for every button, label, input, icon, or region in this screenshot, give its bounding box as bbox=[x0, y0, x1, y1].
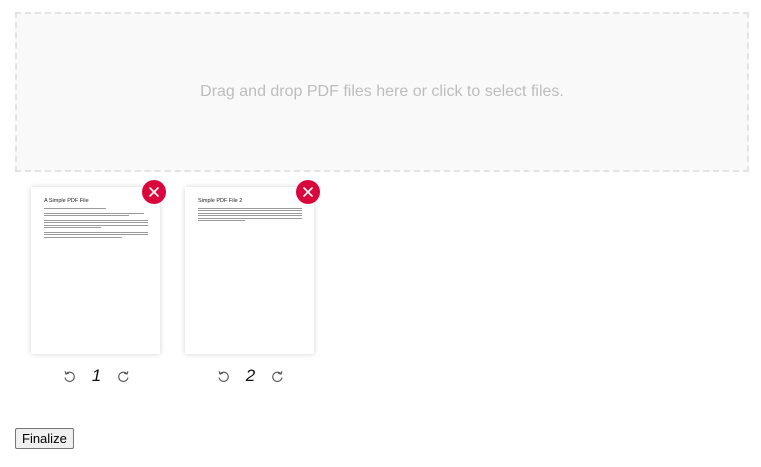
remove-page-button[interactable] bbox=[142, 180, 166, 204]
page-preview-title: Simple PDF File 2 bbox=[198, 198, 243, 204]
text-line bbox=[44, 208, 107, 209]
rotate-left-button[interactable] bbox=[63, 369, 77, 383]
pdf-dropzone[interactable]: Drag and drop PDF files here or click to… bbox=[15, 12, 749, 172]
close-icon bbox=[303, 187, 313, 197]
close-icon bbox=[149, 187, 159, 197]
page-preview-content: Simple PDF File 2 bbox=[198, 198, 302, 222]
text-line bbox=[44, 231, 148, 233]
page-preview-content: A Simple PDF File bbox=[44, 198, 148, 239]
rotate-right-button[interactable] bbox=[117, 369, 131, 383]
rotate-left-icon bbox=[218, 370, 229, 382]
page-thumbnail[interactable]: A Simple PDF File bbox=[31, 180, 166, 354]
text-line bbox=[44, 212, 144, 214]
text-line bbox=[198, 219, 245, 221]
rotate-right-icon bbox=[272, 370, 283, 382]
rotate-right-button[interactable] bbox=[271, 369, 285, 383]
page-number: 2 bbox=[245, 366, 256, 385]
dropzone-instruction: Drag and drop PDF files here or click to… bbox=[200, 83, 564, 100]
text-line bbox=[198, 217, 302, 219]
rotate-right-icon bbox=[118, 370, 129, 382]
text-line bbox=[198, 212, 302, 214]
text-line bbox=[198, 208, 302, 209]
text-line bbox=[44, 219, 148, 221]
text-line bbox=[44, 236, 122, 238]
text-line bbox=[44, 227, 102, 229]
text-line bbox=[44, 215, 130, 217]
text-line bbox=[44, 234, 148, 236]
remove-page-button[interactable] bbox=[296, 180, 320, 204]
rotate-left-icon bbox=[64, 370, 75, 382]
page-thumbnail-item: A Simple PDF File 1 bbox=[31, 180, 166, 385]
page-controls: 2 bbox=[185, 366, 316, 386]
page-number: 1 bbox=[91, 366, 102, 385]
rotate-left-button[interactable] bbox=[217, 369, 231, 383]
page-thumbnail[interactable]: Simple PDF File 2 bbox=[185, 180, 320, 354]
text-line bbox=[44, 222, 148, 224]
text-line bbox=[198, 215, 302, 217]
text-line bbox=[198, 210, 302, 212]
page-preview-title: A Simple PDF File bbox=[44, 198, 89, 204]
page-controls: 1 bbox=[31, 366, 162, 386]
page-thumbnail-item: Simple PDF File 2 2 bbox=[185, 180, 320, 385]
finalize-button[interactable]: Finalize bbox=[15, 428, 74, 449]
text-line bbox=[44, 224, 148, 226]
